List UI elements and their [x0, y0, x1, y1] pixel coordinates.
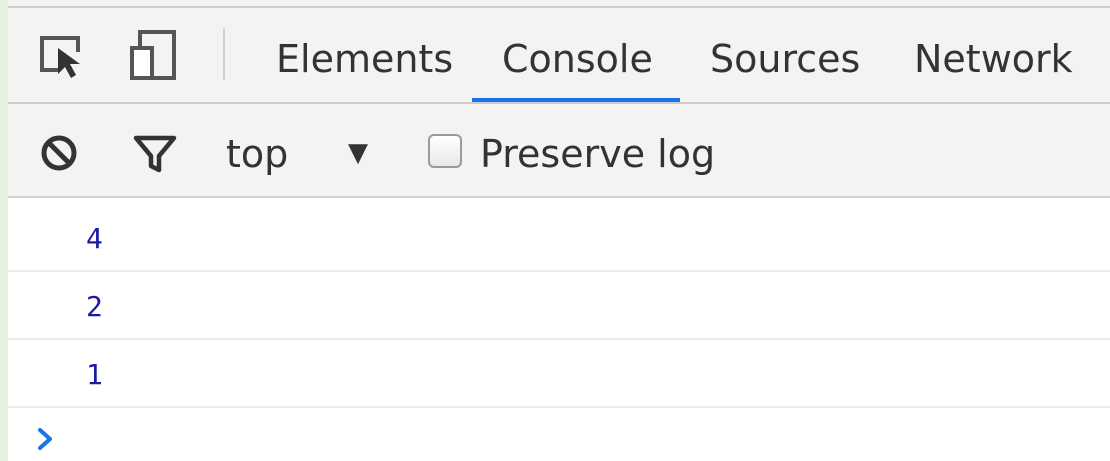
filter-icon[interactable] [132, 130, 178, 176]
top-border [8, 0, 1110, 8]
active-tab-indicator [472, 98, 680, 102]
console-number: 1 [86, 358, 103, 391]
tab-console[interactable]: Console [502, 8, 653, 102]
console-output: 4 2 1 [8, 198, 1110, 461]
device-toggle-icon[interactable] [126, 26, 182, 82]
clear-console-icon[interactable] [38, 130, 84, 176]
console-message: 4 [8, 204, 1110, 272]
console-message: 1 [8, 340, 1110, 408]
console-message: 2 [8, 272, 1110, 340]
console-toolbar: top ▼ Preserve log [8, 104, 1110, 198]
preserve-log-label[interactable]: Preserve log [480, 104, 715, 196]
tab-sources[interactable]: Sources [710, 8, 860, 102]
prompt-chevron-icon[interactable] [34, 424, 58, 454]
tabbar-divider [223, 28, 225, 80]
context-selector[interactable]: top [226, 104, 288, 196]
console-number: 4 [86, 222, 103, 255]
tab-network[interactable]: Network [914, 8, 1073, 102]
tab-elements[interactable]: Elements [276, 8, 453, 102]
inspect-element-icon[interactable] [34, 26, 90, 82]
devtools-tabbar: Elements Console Sources Network [8, 8, 1110, 104]
preserve-log-checkbox[interactable] [428, 134, 462, 168]
console-number: 2 [86, 290, 103, 323]
devtools-panel: Elements Console Sources Network top ▼ P… [8, 0, 1110, 461]
dropdown-arrow-icon[interactable]: ▼ [348, 104, 368, 196]
page-edge-strip [0, 0, 8, 461]
